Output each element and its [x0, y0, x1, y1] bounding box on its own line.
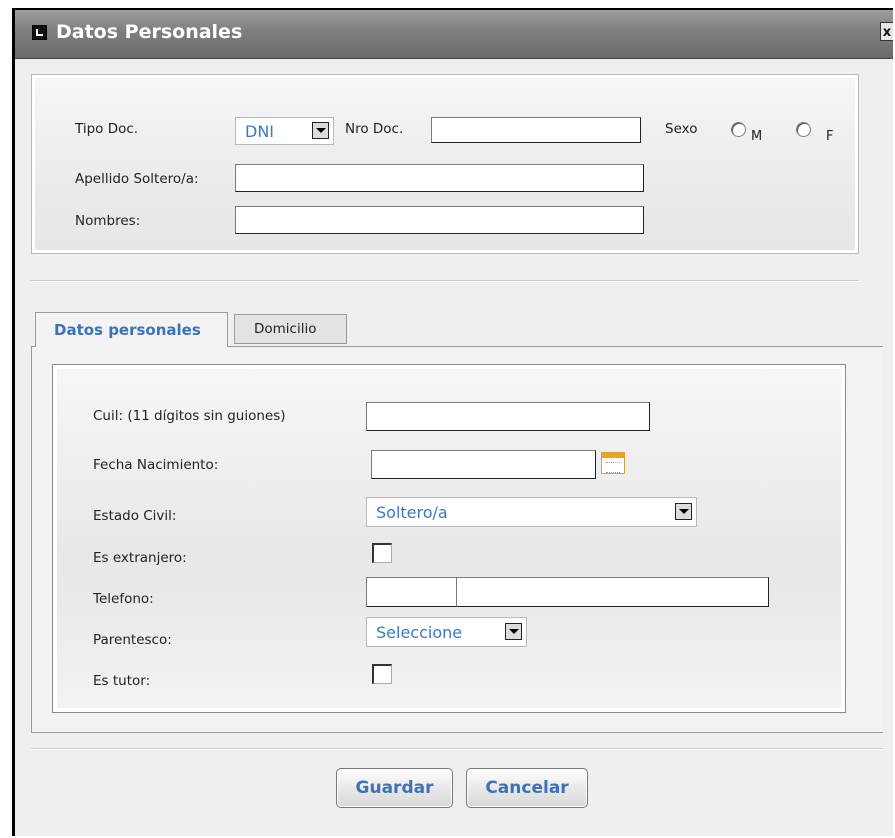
tab-datos-personales[interactable]: Datos personales — [35, 312, 228, 347]
tipo-doc-select[interactable]: DNI — [235, 117, 334, 145]
nro-doc-label: Nro Doc. — [345, 121, 404, 137]
window-menu-icon[interactable] — [32, 25, 47, 40]
cuil-label: Cuil: (11 dígitos sin guiones) — [93, 408, 286, 424]
footer-divider — [31, 748, 883, 750]
dropdown-arrow-icon[interactable] — [675, 503, 692, 520]
tab-domicilio[interactable]: Domicilio — [234, 314, 347, 344]
tutor-label: Es tutor: — [93, 673, 151, 689]
sexo-radio-f[interactable] — [796, 122, 811, 137]
fecha-nacimiento-input[interactable] — [371, 450, 596, 479]
dropdown-arrow-icon[interactable] — [312, 122, 329, 139]
fecha-nacimiento-label: Fecha Nacimiento: — [93, 457, 219, 473]
close-button[interactable]: x — [880, 22, 893, 41]
parentesco-select[interactable]: Seleccione — [366, 617, 527, 647]
sexo-label: Sexo — [665, 121, 698, 137]
apellido-label: Apellido Soltero/a: — [75, 171, 199, 187]
telefono-numero-input[interactable] — [456, 577, 769, 607]
telefono-area-input[interactable] — [366, 577, 458, 607]
apellido-input[interactable] — [235, 164, 644, 192]
cuil-input[interactable] — [366, 402, 650, 431]
save-button[interactable]: Guardar — [336, 768, 453, 808]
parentesco-value: Seleccione — [376, 623, 463, 642]
dialog-titlebar[interactable]: Datos Personales x — [15, 10, 893, 59]
section-divider — [31, 280, 859, 282]
nombres-label: Nombres: — [75, 213, 141, 229]
tab-domicilio-label: Domicilio — [254, 321, 317, 337]
parentesco-label: Parentesco: — [93, 632, 172, 648]
estado-civil-value: Soltero/a — [376, 503, 448, 522]
nro-doc-input[interactable] — [431, 117, 641, 143]
tab-datos-personales-label: Datos personales — [54, 321, 201, 339]
extranjero-label: Es extranjero: — [93, 550, 187, 566]
calendar-icon[interactable] — [601, 452, 625, 474]
sexo-option-f: F — [826, 129, 834, 144]
tutor-checkbox[interactable] — [372, 664, 392, 684]
cancel-button[interactable]: Cancelar — [466, 768, 588, 808]
dropdown-arrow-icon[interactable] — [505, 623, 522, 640]
sexo-option-m: M — [751, 129, 763, 144]
estado-civil-select[interactable]: Soltero/a — [366, 497, 697, 527]
estado-civil-label: Estado Civil: — [93, 508, 177, 524]
telefono-label: Telefono: — [93, 591, 154, 607]
tipo-doc-value: DNI — [245, 122, 275, 141]
sexo-radio-m[interactable] — [731, 122, 746, 137]
nombres-input[interactable] — [235, 206, 644, 234]
tipo-doc-label: Tipo Doc. — [75, 121, 139, 137]
dialog-title: Datos Personales — [56, 21, 243, 43]
extranjero-checkbox[interactable] — [372, 543, 392, 563]
